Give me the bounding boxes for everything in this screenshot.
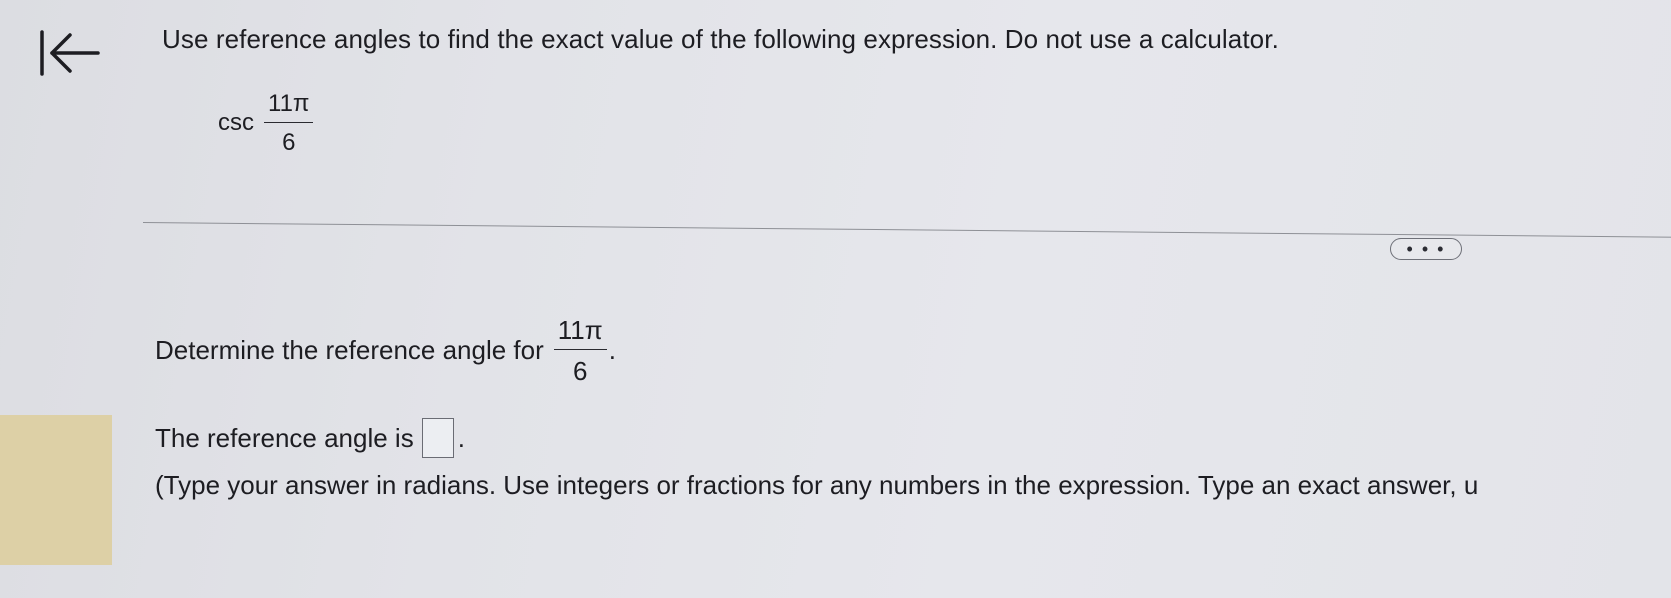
- answer-line: The reference angle is .: [155, 418, 465, 458]
- reference-angle-input[interactable]: [421, 418, 454, 458]
- question-denominator: 6: [573, 355, 588, 386]
- step-question: Determine the reference angle for 11π 6 …: [155, 305, 616, 395]
- function-name: csc: [218, 109, 254, 136]
- question-fraction: 11π 6: [553, 317, 607, 386]
- expression-fraction: 11π 6: [264, 91, 314, 156]
- section-divider: [142, 222, 1671, 238]
- problem-expression: csc 11π 6: [218, 78, 314, 168]
- answer-period: .: [457, 422, 465, 453]
- problem-prompt: Use reference angles to find the exact v…: [162, 24, 1279, 54]
- question-numerator: 11π: [553, 317, 607, 350]
- more-options-button[interactable]: • • •: [1390, 238, 1462, 260]
- question-period: .: [608, 334, 616, 365]
- answer-label: The reference angle is: [155, 422, 414, 453]
- back-to-start-icon[interactable]: [38, 30, 102, 76]
- fraction-denominator: 6: [282, 128, 296, 156]
- sidebar-highlight: [0, 415, 112, 565]
- fraction-numerator: 11π: [264, 91, 314, 123]
- answer-instructions: (Type your answer in radians. Use intege…: [155, 470, 1479, 500]
- question-text: Determine the reference angle for: [155, 334, 544, 365]
